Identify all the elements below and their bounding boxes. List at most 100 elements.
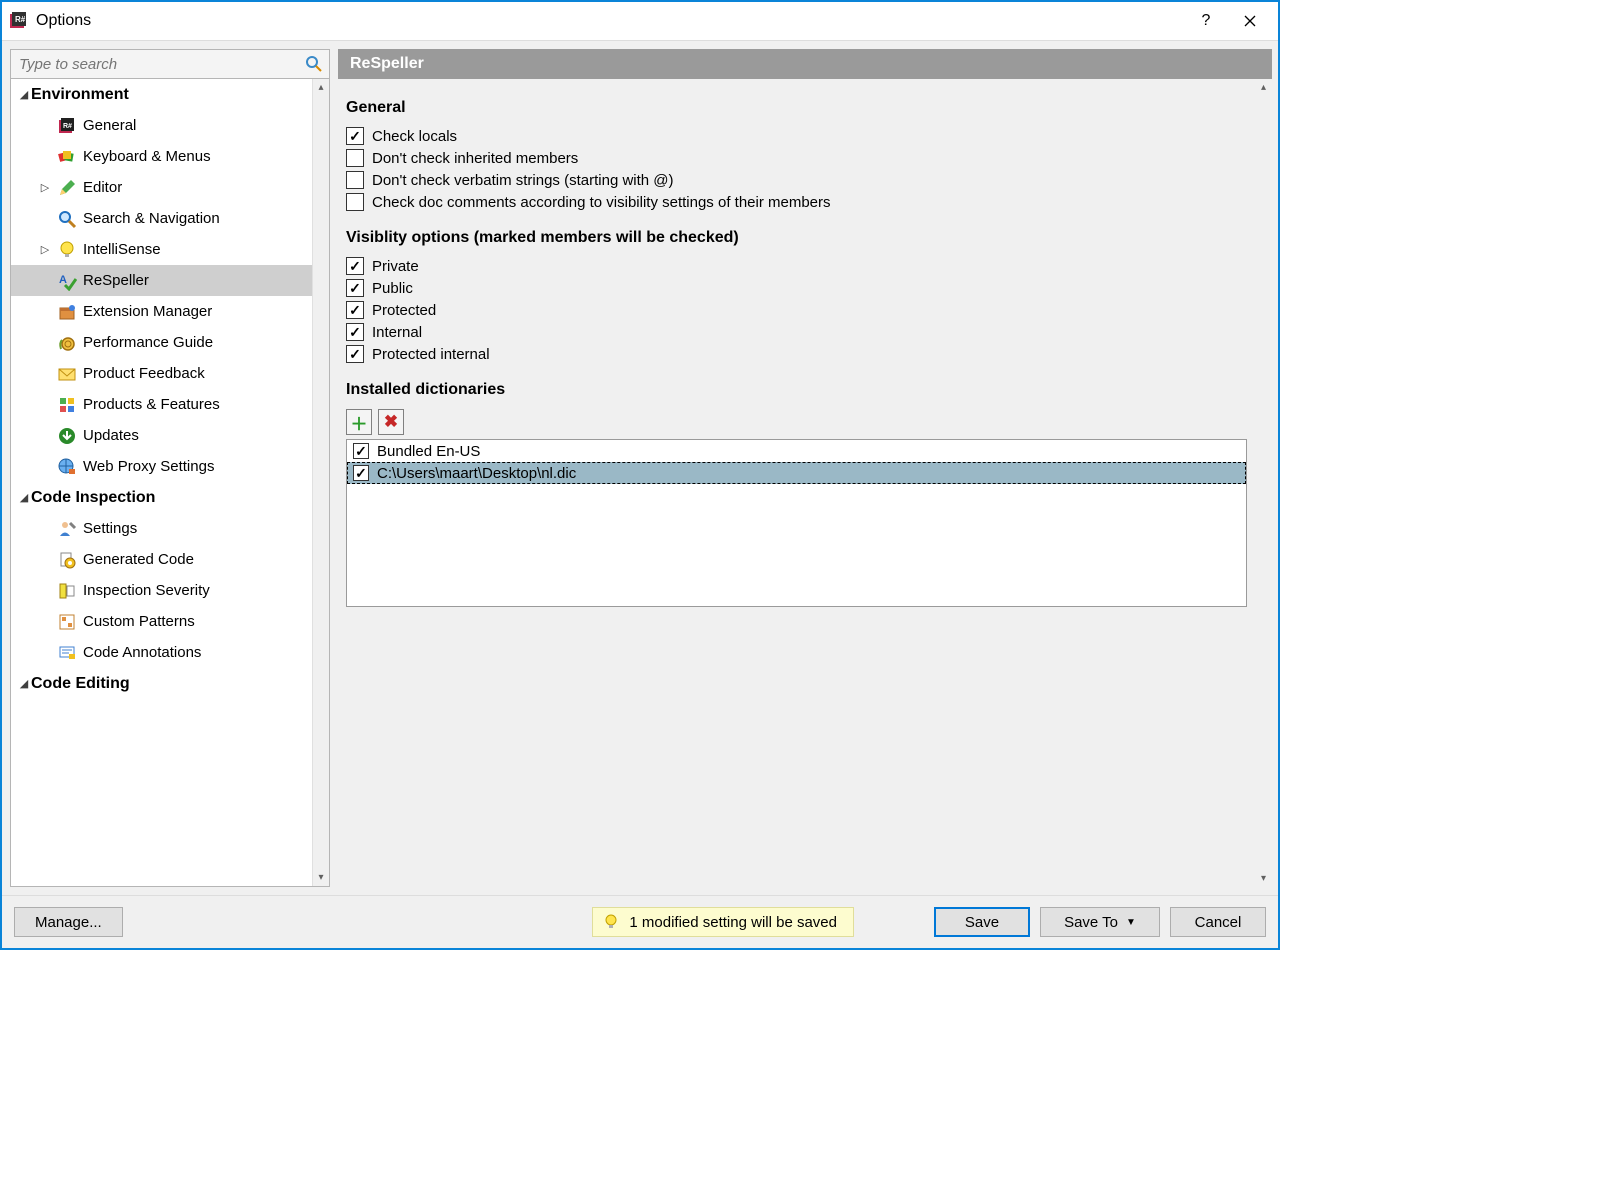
tree-item-label: Inspection Severity	[83, 582, 210, 599]
option-protected[interactable]: Protected	[346, 301, 1247, 319]
option-check-locals[interactable]: Check locals	[346, 127, 1247, 145]
option-label: Internal	[372, 324, 422, 341]
option-prot-int[interactable]: Protected internal	[346, 345, 1247, 363]
tree-item-proxy[interactable]: Web Proxy Settings	[11, 451, 312, 482]
scroll-down-icon[interactable]: ▾	[1255, 870, 1272, 887]
expand-icon: ◢	[17, 88, 31, 101]
pattern-icon	[57, 612, 77, 632]
scroll-up-icon[interactable]: ▴	[313, 79, 329, 96]
plus-icon: ＋	[351, 410, 368, 435]
tree-item-editor[interactable]: ▷ Editor	[11, 172, 312, 203]
tree-group-label: Code Editing	[31, 675, 130, 693]
expand-icon: ▷	[35, 243, 55, 256]
tree-item-label: Products & Features	[83, 396, 220, 413]
option-doc-comments[interactable]: Check doc comments according to visibili…	[346, 193, 1247, 211]
option-label: Don't check verbatim strings (starting w…	[372, 172, 674, 189]
manage-button[interactable]: Manage...	[14, 907, 123, 937]
checkbox[interactable]	[346, 257, 364, 275]
grid-icon	[57, 395, 77, 415]
checkbox[interactable]	[346, 193, 364, 211]
content-area: ◢EnvironmentR#GeneralKeyboard & Menus ▷ Ed…	[2, 40, 1278, 896]
expand-icon: ◢	[17, 677, 31, 690]
option-no-verbatim[interactable]: Don't check verbatim strings (starting w…	[346, 171, 1247, 189]
tree-item-ext-mgr[interactable]: Extension Manager	[11, 296, 312, 327]
dictionary-item[interactable]: Bundled En-US	[347, 440, 1246, 462]
tree-item-updates[interactable]: Updates	[11, 420, 312, 451]
tree-item-feedback[interactable]: Product Feedback	[11, 358, 312, 389]
status-text: 1 modified setting will be saved	[629, 914, 837, 931]
tree-group-label: Code Inspection	[31, 489, 155, 507]
tree-item-label: Extension Manager	[83, 303, 212, 320]
option-no-inherited[interactable]: Don't check inherited members	[346, 149, 1247, 167]
option-public[interactable]: Public	[346, 279, 1247, 297]
checkbox[interactable]	[346, 345, 364, 363]
dictionary-list[interactable]: Bundled En-USC:\Users\maart\Desktop\nl.d…	[346, 439, 1247, 607]
page-title: ReSpeller	[338, 49, 1272, 79]
dictionary-item[interactable]: C:\Users\maart\Desktop\nl.dic	[347, 462, 1246, 484]
tree-item-respeller[interactable]: AReSpeller	[11, 265, 312, 296]
save-button[interactable]: Save	[934, 907, 1030, 937]
search-box[interactable]	[10, 49, 330, 79]
save-to-button[interactable]: Save To ▼	[1040, 907, 1160, 937]
close-button[interactable]	[1228, 6, 1272, 36]
tree-group-code-inspection[interactable]: ◢Code Inspection	[11, 482, 312, 513]
tree-item-general[interactable]: R#General	[11, 110, 312, 141]
save-to-label: Save To	[1064, 914, 1118, 931]
magnifier-icon	[57, 209, 77, 229]
tree-item-ci-settings[interactable]: Settings	[11, 513, 312, 544]
tree-item-severity[interactable]: Inspection Severity	[11, 575, 312, 606]
tree-item-label: Editor	[83, 179, 122, 196]
svg-text:R#: R#	[15, 15, 26, 24]
checkbox[interactable]	[346, 301, 364, 319]
status-banner: 1 modified setting will be saved	[592, 907, 854, 937]
tree-item-annotations[interactable]: Code Annotations	[11, 637, 312, 668]
tree-item-label: Performance Guide	[83, 334, 213, 351]
tree-item-intellisense[interactable]: ▷IntelliSense	[11, 234, 312, 265]
search-input[interactable]	[17, 55, 305, 74]
option-private[interactable]: Private	[346, 257, 1247, 275]
search-icon	[305, 55, 323, 73]
bulb-icon	[603, 914, 619, 930]
bottom-bar: Manage... 1 modified setting will be sav…	[2, 896, 1278, 948]
tree-item-keyboard[interactable]: Keyboard & Menus	[11, 141, 312, 172]
remove-dictionary-button[interactable]: ✖	[378, 409, 404, 435]
ruler-icon	[57, 581, 77, 601]
checkbox[interactable]	[346, 323, 364, 341]
tree-group-environment[interactable]: ◢Environment	[11, 79, 312, 110]
snail-icon	[57, 333, 77, 353]
tree-item-label: Product Feedback	[83, 365, 205, 382]
chevron-down-icon: ▼	[1126, 917, 1136, 928]
tree-item-label: Custom Patterns	[83, 613, 195, 630]
tree-item-perf-guide[interactable]: Performance Guide	[11, 327, 312, 358]
checkbox[interactable]	[346, 127, 364, 145]
add-dictionary-button[interactable]: ＋	[346, 409, 372, 435]
tree-item-products[interactable]: Products & Features	[11, 389, 312, 420]
tree-item-patterns[interactable]: Custom Patterns	[11, 606, 312, 637]
tree-item-label: Search & Navigation	[83, 210, 220, 227]
scrollbar[interactable]: ▴ ▾	[1255, 79, 1272, 887]
cancel-button[interactable]: Cancel	[1170, 907, 1266, 937]
scrollbar[interactable]: ▴ ▾	[312, 79, 329, 886]
checkbox[interactable]	[346, 149, 364, 167]
tree-item-gen-code[interactable]: Generated Code	[11, 544, 312, 575]
option-label: Don't check inherited members	[372, 150, 578, 167]
checkbox[interactable]	[353, 443, 369, 459]
nav-tree: ◢EnvironmentR#GeneralKeyboard & Menus ▷ Ed…	[10, 79, 330, 887]
tree-item-label: Web Proxy Settings	[83, 458, 214, 475]
expand-icon: ▷	[35, 181, 55, 194]
tree-group-code-editing[interactable]: ◢Code Editing	[11, 668, 312, 699]
scroll-down-icon[interactable]: ▾	[313, 869, 329, 886]
option-internal[interactable]: Internal	[346, 323, 1247, 341]
checkbox[interactable]	[346, 279, 364, 297]
page-body: GeneralCheck localsDon't check inherited…	[338, 79, 1272, 887]
tree-item-label: Settings	[83, 520, 137, 537]
tree-item-search-nav[interactable]: Search & Navigation	[11, 203, 312, 234]
scroll-up-icon[interactable]: ▴	[1255, 79, 1272, 96]
person-wrench-icon	[57, 519, 77, 539]
titlebar: R# Options ?	[2, 2, 1278, 40]
checkbox[interactable]	[346, 171, 364, 189]
checkbox[interactable]	[353, 465, 369, 481]
help-button[interactable]: ?	[1184, 6, 1228, 36]
tree-item-label: Updates	[83, 427, 139, 444]
option-label: Protected internal	[372, 346, 490, 363]
